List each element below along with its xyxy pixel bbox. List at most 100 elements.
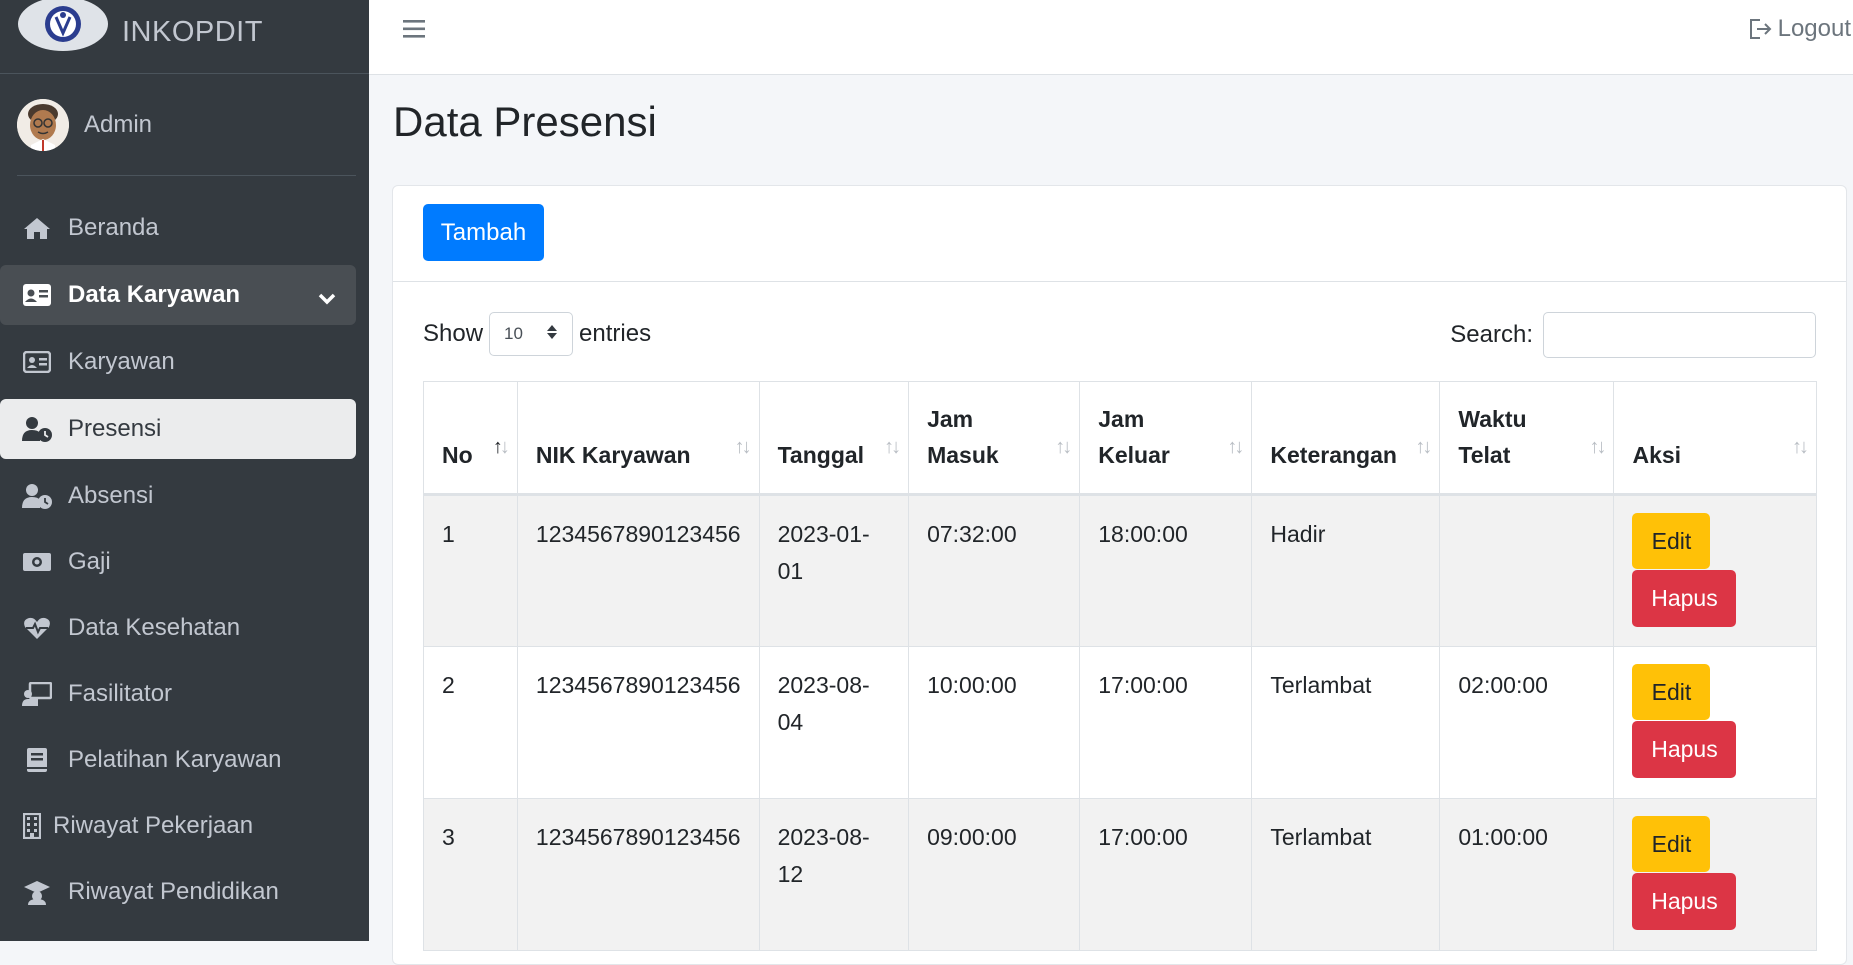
book-icon <box>22 745 52 775</box>
user-clock-icon <box>22 481 52 511</box>
sort-select-icon <box>546 324 558 345</box>
chevron-down-icon <box>318 285 336 313</box>
cell-jam-keluar: 17:00:00 <box>1079 646 1253 799</box>
sort-icon: ↑↓ <box>1415 436 1432 458</box>
sidebar-item-karyawan[interactable]: Karyawan <box>0 332 356 392</box>
sidebar-item-label: Absensi <box>68 482 154 509</box>
entries-select[interactable]: 10 <box>489 312 574 356</box>
user-name: Admin <box>84 110 153 138</box>
sidebar-item-label: Riwayat Pendidikan <box>68 878 279 905</box>
logout-label: Logout <box>1777 15 1851 42</box>
cell-jam-keluar: 17:00:00 <box>1079 798 1253 951</box>
top-navbar: Logout <box>369 0 1853 75</box>
cell-nik: 1234567890123456 <box>516 646 760 799</box>
search-input[interactable] <box>1543 312 1816 358</box>
table-row: 2 1234567890123456 2023-08-04 10:00:00 1… <box>423 646 1817 799</box>
cell-jam-masuk: 10:00:00 <box>908 646 1081 799</box>
sidebar-item-gaji[interactable]: Gaji <box>0 532 356 592</box>
table-search-control: Search: <box>1450 312 1816 358</box>
sort-icon: ↑↓ <box>884 436 901 458</box>
delete-button[interactable]: Hapus <box>1632 721 1737 778</box>
sort-icon: ↑↓ <box>734 436 752 458</box>
sort-icon: ↑↓ <box>1055 436 1072 458</box>
presensi-table: No ↑↓ NIK Karyawan ↑↓ Tanggal ↑↓ Jam Masuk ↑… <box>423 381 1817 951</box>
entries-label: entries <box>579 320 652 347</box>
column-header-jam-keluar[interactable]: Jam Keluar ↑↓ <box>1079 381 1253 496</box>
sidebar-item-presensi[interactable]: Presensi <box>0 399 356 459</box>
user-clock-icon <box>22 414 52 444</box>
sidebar-item-beranda[interactable]: Beranda <box>0 198 356 258</box>
sidebar-item-data-karyawan[interactable]: Data Karyawan <box>0 265 356 325</box>
building-icon <box>22 811 42 841</box>
hamburger-menu-icon[interactable] <box>403 18 427 42</box>
cell-no: 1 <box>423 494 518 647</box>
sidebar-item-data-kesehatan[interactable]: Data Kesehatan <box>0 598 356 658</box>
sidebar-item-fasilitator[interactable]: Fasilitator <box>0 664 356 724</box>
cell-aksi: Edit Hapus <box>1613 798 1817 951</box>
page-title: Data Presensi <box>393 98 657 145</box>
cell-waktu-telat <box>1439 494 1615 647</box>
cell-keterangan: Terlambat <box>1251 646 1441 799</box>
cell-waktu-telat: 01:00:00 <box>1439 798 1615 951</box>
sidebar-item-riwayat-pendidikan[interactable]: Riwayat Pendidikan <box>0 862 356 922</box>
graduation-cap-icon <box>22 877 52 907</box>
cell-nik: 1234567890123456 <box>516 798 760 951</box>
cell-keterangan: Terlambat <box>1251 798 1441 951</box>
sidebar-item-label: Riwayat Pekerjaan <box>53 812 254 839</box>
money-icon <box>22 547 52 577</box>
sidebar-item-absensi[interactable]: Absensi <box>0 466 356 526</box>
home-icon <box>22 213 52 243</box>
delete-button[interactable]: Hapus <box>1632 570 1737 627</box>
edit-button[interactable]: Edit <box>1632 664 1711 720</box>
sidebar-item-label: Karyawan <box>68 348 175 375</box>
sidebar-item-label: Fasilitator <box>68 680 173 707</box>
sort-icon: ↑↓ <box>1792 436 1809 458</box>
edit-button[interactable]: Edit <box>1632 513 1711 569</box>
sidebar-item-label: Presensi <box>68 415 162 442</box>
cell-no: 2 <box>423 646 518 799</box>
sidebar-item-label: Beranda <box>68 214 159 241</box>
sort-icon: ↑↓ <box>1227 436 1244 458</box>
delete-button[interactable]: Hapus <box>1632 873 1737 930</box>
sort-asc-icon: ↑↓ <box>492 436 510 458</box>
column-header-jam-masuk[interactable]: Jam Masuk ↑↓ <box>908 381 1081 496</box>
logout-link[interactable]: Logout <box>1748 15 1851 43</box>
sign-out-icon <box>1748 17 1774 41</box>
id-card-icon <box>22 280 52 310</box>
presensi-card: Tambah Show 10 entries Search: No ↑↓ NIK … <box>392 185 1847 965</box>
cell-keterangan: Hadir <box>1251 494 1441 647</box>
edit-button[interactable]: Edit <box>1632 816 1711 872</box>
cell-no: 3 <box>423 798 518 951</box>
cell-tanggal: 2023-08-04 <box>758 646 910 799</box>
brand-name: INKOPDIT <box>122 16 263 48</box>
sidebar-item-label: Pelatihan Karyawan <box>68 746 282 773</box>
search-label: Search: <box>1450 321 1533 348</box>
heartbeat-icon <box>22 613 52 643</box>
chalkboard-teacher-icon <box>22 679 52 709</box>
entries-value: 10 <box>504 324 523 343</box>
sidebar-item-label: Data Kesehatan <box>68 614 241 641</box>
cell-jam-keluar: 18:00:00 <box>1079 494 1253 647</box>
column-header-waktu-telat[interactable]: Waktu Telat ↑↓ <box>1439 381 1615 496</box>
sidebar: INKOPDIT Admin Beranda Data Karyawan Kar… <box>0 0 369 941</box>
show-label: Show <box>423 320 484 347</box>
column-header-keterangan[interactable]: Keterangan ↑↓ <box>1251 381 1441 496</box>
table-header-row: No ↑↓ NIK Karyawan ↑↓ Tanggal ↑↓ Jam Masuk ↑… <box>423 381 1817 496</box>
add-button[interactable]: Tambah <box>423 204 544 261</box>
cell-jam-masuk: 07:32:00 <box>908 494 1081 647</box>
sidebar-item-pelatihan-karyawan[interactable]: Pelatihan Karyawan <box>0 730 356 790</box>
column-header-aksi[interactable]: Aksi ↑↓ <box>1613 381 1817 496</box>
user-panel[interactable]: Admin <box>17 74 356 176</box>
sort-icon: ↑↓ <box>1589 436 1606 458</box>
sidebar-item-riwayat-pekerjaan[interactable]: Riwayat Pekerjaan <box>0 796 356 856</box>
column-header-nik[interactable]: NIK Karyawan ↑↓ <box>516 381 760 496</box>
column-header-no[interactable]: No ↑↓ <box>423 381 518 496</box>
table-row: 3 1234567890123456 2023-08-12 09:00:00 1… <box>423 798 1817 951</box>
column-header-tanggal[interactable]: Tanggal ↑↓ <box>758 381 910 496</box>
cell-aksi: Edit Hapus <box>1613 494 1817 647</box>
cell-nik: 1234567890123456 <box>516 494 760 647</box>
cell-tanggal: 2023-01-01 <box>758 494 910 647</box>
sidebar-item-label: Data Karyawan <box>68 281 241 308</box>
cell-waktu-telat: 02:00:00 <box>1439 646 1615 799</box>
brand-link[interactable]: INKOPDIT <box>0 0 369 74</box>
